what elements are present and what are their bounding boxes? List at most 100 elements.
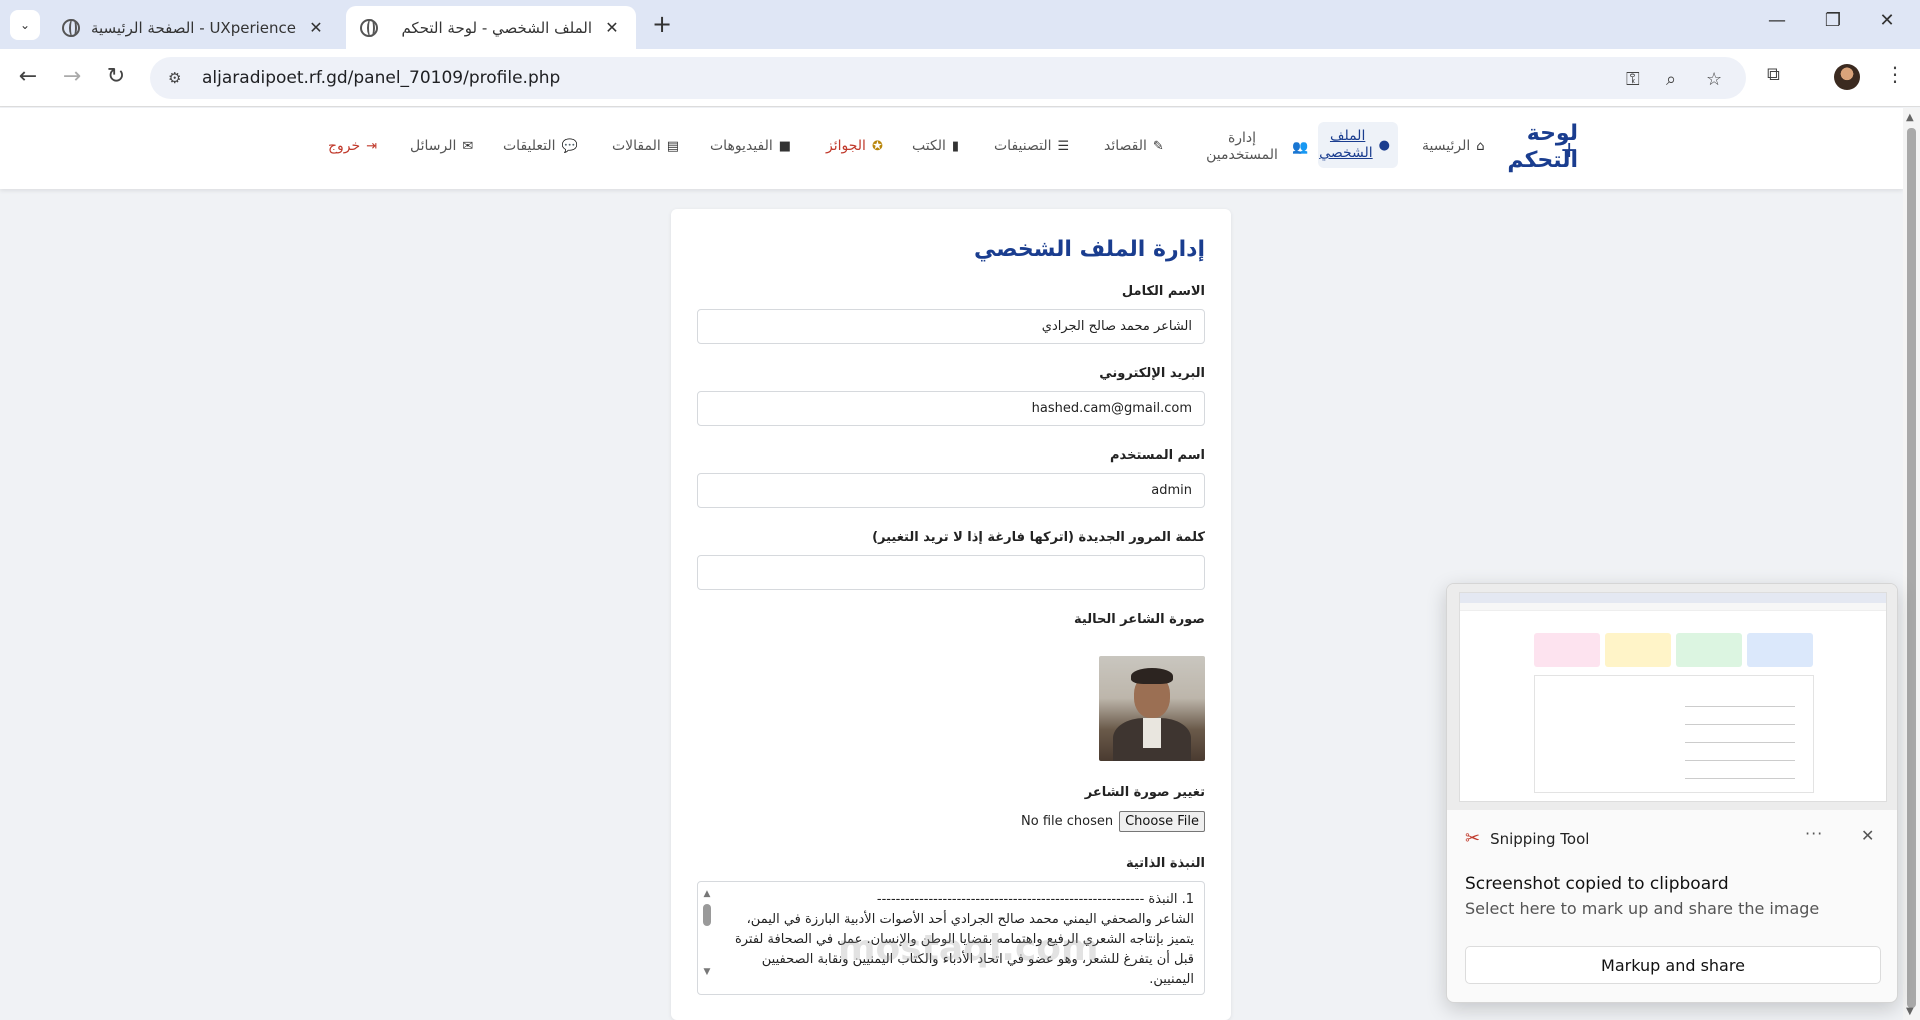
preview-bar [1460, 603, 1886, 611]
snipping-title: Screenshot copied to clipboard [1465, 874, 1729, 894]
scroll-up-icon[interactable]: ▲ [1906, 112, 1914, 123]
page-scrollbar[interactable]: ▲ ▼ [1903, 108, 1920, 1020]
nav-awards[interactable]: ✪ الجوائز [826, 138, 883, 154]
screenshot-preview[interactable] [1447, 584, 1897, 810]
browser-tab-bar: ⌄ UXperience - الصفحة الرئيسية ✕ الملف ا… [0, 0, 1920, 49]
browser-toolbar: ← → ↻ ⚙ aljaradipoet.rf.gd/panel_70109/p… [0, 49, 1920, 107]
chevron-down-icon: ⌄ [19, 18, 31, 32]
preview-doc [1534, 675, 1814, 793]
nav-label: القصائد [1104, 138, 1147, 154]
star-icon[interactable]: ☆ [1706, 69, 1722, 90]
new-tab-button[interactable]: + [652, 12, 672, 36]
book-icon: ▮ [951, 138, 960, 154]
minimize-button[interactable]: — [1762, 10, 1792, 31]
scroll-thumb[interactable] [1907, 128, 1916, 1008]
feather-icon: ✎ [1152, 138, 1164, 154]
change-photo-label: تغيير صورة الشاعر [1084, 785, 1205, 800]
file-status: No file chosen [1021, 814, 1114, 829]
reload-button[interactable]: ↻ [102, 65, 130, 89]
choose-file-button[interactable]: Choose File [1119, 811, 1205, 832]
nav-comments[interactable]: 💬 التعليقات [503, 138, 578, 154]
nav-videos[interactable]: ■ الفيديوهات [710, 138, 791, 154]
nav-label: المقالات [612, 138, 661, 154]
email-label: البريد الإلكتروني [1099, 366, 1205, 381]
scroll-thumb[interactable] [703, 904, 711, 926]
nav-books[interactable]: ▮ الكتب [912, 138, 959, 154]
bio-line: الشاعر والصحفي اليمني محمد صالح الجرادي … [746, 912, 1194, 927]
nav-profile[interactable]: ● الملف الشخصي [1318, 122, 1398, 168]
nav-label: خروج [328, 138, 361, 154]
plus-icon: + [1560, 138, 1579, 163]
forward-button[interactable]: → [58, 65, 86, 89]
tab-search-button[interactable]: ⌄ [10, 10, 40, 40]
username-input[interactable]: admin [697, 473, 1205, 508]
preview-box [1534, 633, 1600, 667]
textarea-scrollbar[interactable]: ▲ ▼ [702, 888, 712, 984]
back-button[interactable]: ← [14, 65, 42, 89]
browser-menu-icon[interactable]: ⋮ [1885, 62, 1905, 86]
avatar[interactable] [1834, 64, 1860, 90]
nav-label: الرسائل [410, 138, 457, 154]
nav-categories[interactable]: ☰ التصنيفات [994, 138, 1069, 154]
email-input[interactable]: hashed.cam@gmail.com [697, 391, 1205, 426]
address-bar[interactable]: ⚙ aljaradipoet.rf.gd/panel_70109/profile… [150, 57, 1746, 99]
nav-label: الملف الشخصي [1319, 128, 1373, 161]
scroll-up-icon[interactable]: ▲ [702, 888, 712, 900]
home-icon: ⌂ [1476, 138, 1485, 154]
current-photo-label: صورة الشاعر الحالية [1074, 612, 1205, 627]
poet-photo [1099, 656, 1205, 761]
snipping-app-name: Snipping Tool [1490, 829, 1590, 848]
snipping-notification[interactable]: ✂ Snipping Tool ··· ✕ Screenshot copied … [1446, 583, 1898, 1003]
close-icon[interactable]: ✕ [306, 18, 326, 37]
bio-label: النبذة الذاتية [1125, 856, 1205, 871]
nav-label: الرئيسية [1422, 138, 1471, 154]
snipping-header: ✂ Snipping Tool [1465, 828, 1589, 849]
nav-poems[interactable]: ✎ القصائد [1104, 138, 1164, 154]
user-icon: ● [1378, 137, 1390, 153]
nav-logout[interactable]: ⇥ خروج [328, 138, 377, 154]
fullname-input[interactable]: الشاعر محمد صالح الجرادي [697, 309, 1205, 344]
nav-messages[interactable]: ✉ الرسائل [410, 138, 473, 154]
url-text: aljaradipoet.rf.gd/panel_70109/profile.p… [202, 68, 561, 88]
preview-thumbnail [1459, 592, 1887, 802]
close-icon[interactable]: ✕ [1861, 826, 1874, 845]
preview-box [1605, 633, 1671, 667]
browser-tab-profile[interactable]: الملف الشخصي - لوحة التحكم ✕ [346, 6, 636, 49]
site-navbar: لوحة التحكم + ⌂ الرئيسية ● الملف الشخصي … [0, 108, 1903, 189]
browser-tab-home[interactable]: UXperience - الصفحة الرئيسية ✕ [48, 6, 340, 49]
preview-bar [1460, 593, 1886, 603]
nav-label: الجوائز [826, 138, 866, 154]
password-input[interactable] [697, 555, 1205, 590]
comments-icon: 💬 [561, 138, 578, 154]
markup-share-button[interactable]: Markup and share [1465, 946, 1881, 984]
close-icon[interactable]: ✕ [602, 18, 622, 37]
globe-icon [360, 18, 378, 37]
fullname-label: الاسم الكامل [1121, 284, 1205, 299]
tab-title: UXperience - الصفحة الرئيسية [92, 18, 296, 37]
preview-box [1676, 633, 1742, 667]
scroll-down-icon[interactable]: ▼ [1906, 1006, 1914, 1017]
nav-users[interactable]: 👥 إدارة المستخدمين [1198, 130, 1308, 164]
nav-label: التعليقات [503, 138, 556, 154]
tab-title: الملف الشخصي - لوحة التحكم [401, 18, 592, 37]
restore-button[interactable]: ❐ [1818, 10, 1848, 31]
extensions-icon[interactable]: ⧉ [1767, 64, 1780, 85]
bio-line: 1. النبذة ------------------------------… [876, 892, 1194, 907]
logout-icon: ⇥ [366, 138, 378, 154]
nav-label: إدارة المستخدمين [1206, 130, 1278, 163]
award-icon: ✪ [871, 138, 883, 154]
nav-home[interactable]: ⌂ الرئيسية [1422, 138, 1485, 154]
more-options-icon[interactable]: ··· [1805, 824, 1823, 843]
site-settings-icon[interactable]: ⚙ [168, 69, 194, 87]
scroll-down-icon[interactable]: ▼ [702, 966, 712, 978]
zoom-icon[interactable]: ⌕ [1666, 69, 1676, 90]
profile-card: إدارة الملف الشخصي الاسم الكامل الشاعر م… [671, 209, 1231, 1020]
list-icon: ☰ [1057, 138, 1070, 154]
key-icon[interactable]: ⚿ [1626, 69, 1640, 90]
password-label: كلمة المرور الجديدة (اتركها فارغة إذا لا… [872, 530, 1205, 545]
file-input[interactable]: No file chosen Choose File [1021, 811, 1205, 832]
page-title: إدارة الملف الشخصي [973, 237, 1205, 262]
nav-articles[interactable]: ▤ المقالات [612, 138, 679, 154]
close-window-button[interactable]: ✕ [1872, 10, 1902, 31]
video-icon: ■ [778, 138, 792, 154]
